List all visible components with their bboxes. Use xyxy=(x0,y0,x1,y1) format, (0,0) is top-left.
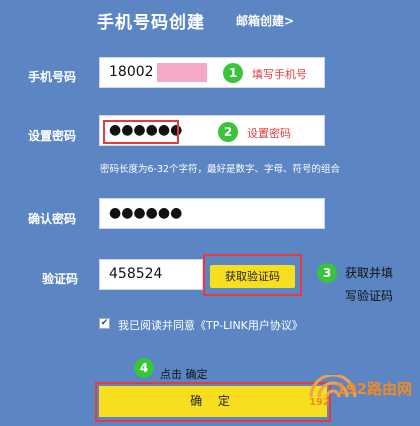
email-create-link[interactable]: 邮箱创建> xyxy=(236,12,294,29)
confirm-password-input[interactable]: ●●●●●● xyxy=(99,198,325,229)
phone-label: 手机号码 xyxy=(28,70,77,84)
step-3-badge: 3 xyxy=(317,263,337,283)
step-4-note: 点击 确定 xyxy=(160,368,208,381)
code-value: 458524 xyxy=(109,266,163,282)
confirm-password-value: ●●●●●● xyxy=(109,205,183,221)
step-2-badge: 2 xyxy=(218,122,238,142)
confirm-button[interactable]: 确 定 xyxy=(99,386,327,417)
password-hint: 密码长度为6-32个字符，最好是数字、字母、符号的组合 xyxy=(100,164,341,175)
code-label: 验证码 xyxy=(42,272,79,286)
phone-value: 18002 xyxy=(109,64,154,80)
agreement-link[interactable]: 《TP-LINK用户协议》 xyxy=(195,319,303,332)
watermark: 192路由网 192 xyxy=(303,375,418,423)
step-4-badge: 4 xyxy=(134,358,154,378)
watermark-num: 192 xyxy=(309,397,330,408)
code-input[interactable]: 458524 xyxy=(99,259,203,290)
step-3-note-line1: 获取并填 xyxy=(345,266,394,280)
step-1-badge: 1 xyxy=(223,63,243,83)
step-3-note-line2: 写验证码 xyxy=(345,289,394,303)
password-highlight xyxy=(103,120,179,144)
get-code-button[interactable]: 获取验证码 xyxy=(210,265,295,288)
step-2-note: 设置密码 xyxy=(247,127,291,140)
phone-mask xyxy=(157,63,207,82)
password-label: 设置密码 xyxy=(28,129,77,143)
step-1-note: 填写手机号 xyxy=(252,68,307,81)
agree-prefix: 我已阅读并同意 xyxy=(118,319,195,332)
page-title: 手机号码创建 xyxy=(97,13,205,33)
agree-text: 我已阅读并同意《TP-LINK用户协议》 xyxy=(118,317,303,333)
agree-checkbox[interactable]: ✔ xyxy=(99,318,110,329)
watermark-brand: 192路由网 xyxy=(335,380,412,398)
confirm-password-label: 确认密码 xyxy=(28,212,77,226)
